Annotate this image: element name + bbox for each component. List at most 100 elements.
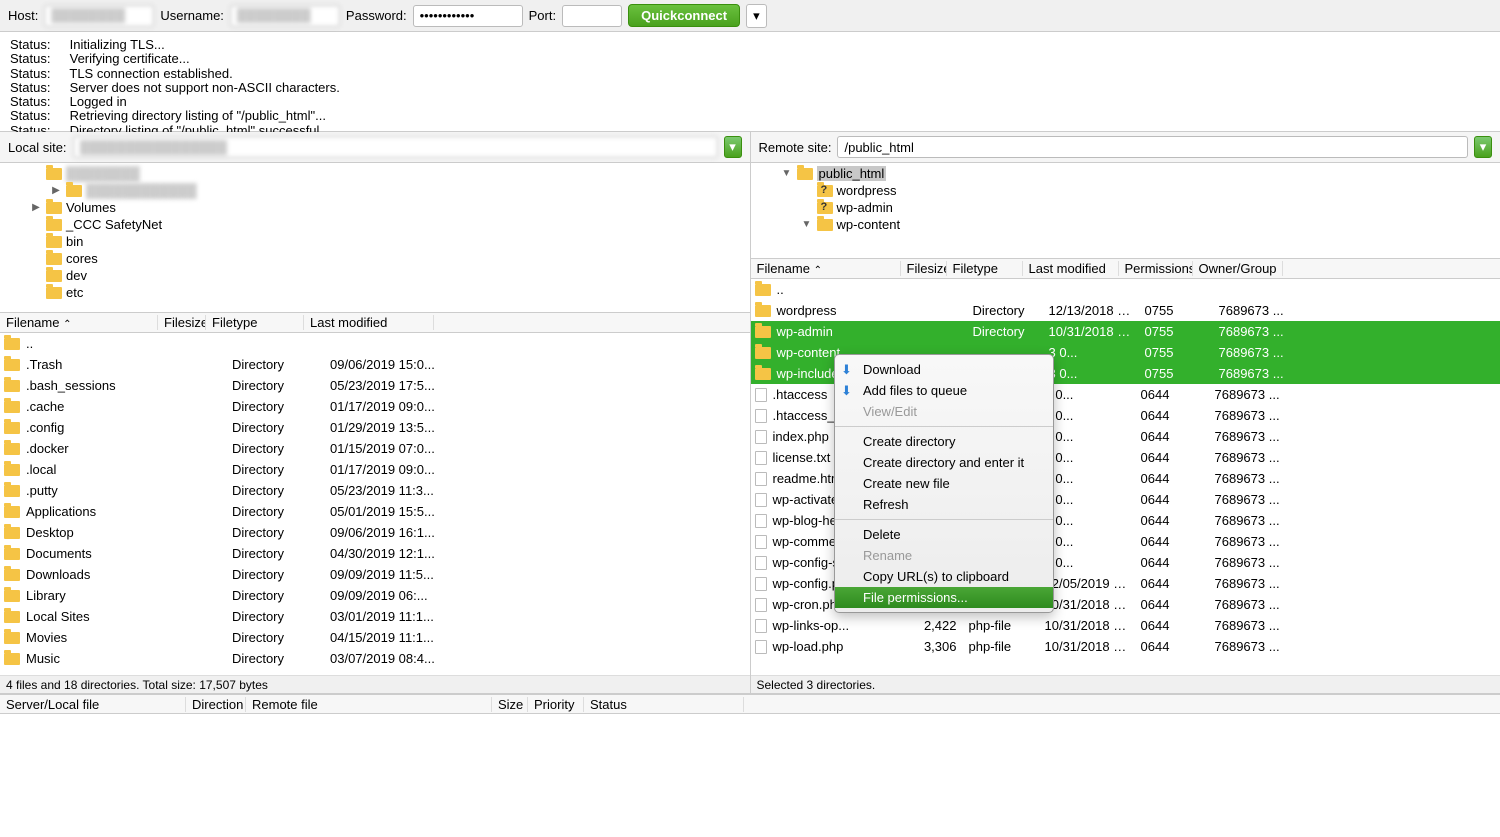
header-filesize[interactable]: Filesize (158, 315, 206, 330)
header-filetype[interactable]: Filetype (206, 315, 304, 330)
cell-name: .bash_sessions (20, 378, 178, 393)
file-row[interactable]: MoviesDirectory04/15/2019 11:1... (0, 627, 750, 648)
header-direction[interactable]: Direction (186, 697, 246, 712)
file-icon (755, 577, 767, 591)
ctx-create-new-file[interactable]: Create new file (835, 473, 1053, 494)
header-size[interactable]: Size (492, 697, 528, 712)
tree-item-label: wp-admin (837, 200, 893, 215)
file-row[interactable]: DesktopDirectory09/06/2019 16:1... (0, 522, 750, 543)
disclosure-icon[interactable]: ▶ (30, 202, 42, 213)
header-filetype[interactable]: Filetype (947, 261, 1023, 276)
cell-mod: 10/31/2018 0... (1043, 324, 1139, 339)
file-row[interactable]: .. (751, 279, 1500, 300)
tree-item-label: wp-content (837, 217, 901, 232)
file-row[interactable]: wp-links-op...2,422php-file10/31/2018 0.… (751, 615, 1500, 636)
cell-mod: 04/15/2019 11:1... (324, 630, 454, 645)
file-icon (755, 535, 767, 549)
ctx-delete[interactable]: Delete (835, 524, 1053, 545)
tree-item[interactable]: wp-admin (751, 199, 1500, 216)
cell-mod: 05/23/2019 17:5... (324, 378, 454, 393)
cell-perm: 0644 (1135, 618, 1209, 633)
folder-icon (4, 401, 20, 413)
file-row[interactable]: .dockerDirectory01/15/2019 07:0... (0, 438, 750, 459)
ctx-add-to-queue[interactable]: ⬇Add files to queue (835, 380, 1053, 401)
disclosure-icon[interactable]: ▼ (781, 168, 793, 179)
tree-item[interactable]: _CCC SafetyNet (0, 216, 750, 233)
ctx-separator (835, 519, 1053, 520)
password-input[interactable] (413, 5, 523, 27)
cell-own: 7689673 ... (1213, 345, 1303, 360)
cell-type: Directory (226, 378, 324, 393)
file-row[interactable]: ApplicationsDirectory05/01/2019 15:5... (0, 501, 750, 522)
file-row[interactable]: DocumentsDirectory04/30/2019 12:1... (0, 543, 750, 564)
remote-site-input[interactable] (837, 136, 1468, 158)
ctx-copy-urls[interactable]: Copy URL(s) to clipboard (835, 566, 1053, 587)
header-filename[interactable]: Filename ⌃ (751, 261, 901, 276)
cell-type: Directory (226, 420, 324, 435)
file-row[interactable]: MusicDirectory03/07/2019 08:4... (0, 648, 750, 669)
ctx-download[interactable]: ⬇Download (835, 359, 1053, 380)
header-permissions[interactable]: Permissions (1119, 261, 1193, 276)
file-row[interactable]: .configDirectory01/29/2019 13:5... (0, 417, 750, 438)
cell-own: 7689673 ... (1209, 450, 1299, 465)
tree-item[interactable]: ▶Volumes (0, 199, 750, 216)
folder-icon (4, 569, 20, 581)
cell-own: 7689673 ... (1209, 471, 1299, 486)
file-row[interactable]: .TrashDirectory09/06/2019 15:0... (0, 354, 750, 375)
disclosure-icon[interactable]: ▼ (801, 219, 813, 230)
tree-item[interactable]: cores (0, 250, 750, 267)
local-site-input[interactable] (73, 136, 718, 158)
disclosure-icon[interactable]: ▶ (50, 185, 62, 196)
cell-type: Directory (226, 399, 324, 414)
tree-item[interactable]: ▼public_html (751, 165, 1500, 182)
file-row[interactable]: Local SitesDirectory03/01/2019 11:1... (0, 606, 750, 627)
port-input[interactable] (562, 5, 622, 27)
file-row[interactable]: .bash_sessions Directory05/23/2019 17:5..… (0, 375, 750, 396)
folder-icon (817, 202, 833, 214)
quickconnect-button[interactable]: Quickconnect (628, 4, 740, 27)
quickconnect-dropdown[interactable]: ▾ (746, 4, 767, 28)
file-row[interactable]: .cacheDirectory01/17/2019 09:0... (0, 396, 750, 417)
file-row[interactable]: .. (0, 333, 750, 354)
cell-mod: 09/09/2019 06:... (324, 588, 454, 603)
file-row[interactable]: .puttyDirectory05/23/2019 11:3... (0, 480, 750, 501)
header-priority[interactable]: Priority (528, 697, 584, 712)
ctx-create-directory[interactable]: Create directory (835, 431, 1053, 452)
chevron-down-icon: ▾ (753, 8, 760, 23)
file-row[interactable]: DownloadsDirectory09/09/2019 11:5... (0, 564, 750, 585)
file-icon (755, 556, 767, 570)
tree-item[interactable]: ▼ wp-content (751, 216, 1500, 233)
tree-item[interactable]: wordpress (751, 182, 1500, 199)
local-file-list[interactable]: ...TrashDirectory09/06/2019 15:0....bash… (0, 333, 750, 675)
username-input[interactable] (230, 5, 340, 27)
header-last-modified[interactable]: Last modified (1023, 261, 1119, 276)
local-tree[interactable]: ████████▶████████████▶Volumes_CCC Safety… (0, 163, 750, 313)
local-site-dropdown[interactable]: ▾ (724, 136, 742, 158)
tree-item[interactable]: dev (0, 267, 750, 284)
cell-own: 7689673 ... (1209, 555, 1299, 570)
tree-item[interactable]: etc (0, 284, 750, 301)
tree-item[interactable]: bin (0, 233, 750, 250)
header-filename[interactable]: Filename ⌃ (0, 315, 158, 330)
header-filesize[interactable]: Filesize (901, 261, 947, 276)
tree-item[interactable]: ████████ (0, 165, 750, 182)
sort-arrow-icon: ⌃ (63, 319, 71, 330)
file-row[interactable]: wp-adminDirectory10/31/2018 0...07557689… (751, 321, 1500, 342)
ctx-refresh[interactable]: Refresh (835, 494, 1053, 515)
header-owner-group[interactable]: Owner/Group (1193, 261, 1283, 276)
file-row[interactable]: .localDirectory01/17/2019 09:0... (0, 459, 750, 480)
remote-tree[interactable]: ▼public_htmlwordpresswp-admin ▼ wp-content (751, 163, 1500, 259)
header-server-local-file[interactable]: Server/Local file (0, 697, 186, 712)
remote-site-dropdown[interactable]: ▾ (1474, 136, 1492, 158)
file-row[interactable]: wordpressDirectory12/13/2018 1...0755768… (751, 300, 1500, 321)
file-row[interactable]: wp-load.php3,306php-file10/31/2018 0...0… (751, 636, 1500, 657)
ctx-file-permissions[interactable]: File permissions... (835, 587, 1053, 608)
header-remote-file[interactable]: Remote file (246, 697, 492, 712)
header-last-modified[interactable]: Last modified (304, 315, 434, 330)
queue-body[interactable] (0, 714, 1500, 834)
tree-item[interactable]: ▶████████████ (0, 182, 750, 199)
header-status[interactable]: Status (584, 697, 744, 712)
file-row[interactable]: LibraryDirectory09/09/2019 06:... (0, 585, 750, 606)
host-input[interactable] (44, 5, 154, 27)
ctx-create-directory-enter[interactable]: Create directory and enter it (835, 452, 1053, 473)
